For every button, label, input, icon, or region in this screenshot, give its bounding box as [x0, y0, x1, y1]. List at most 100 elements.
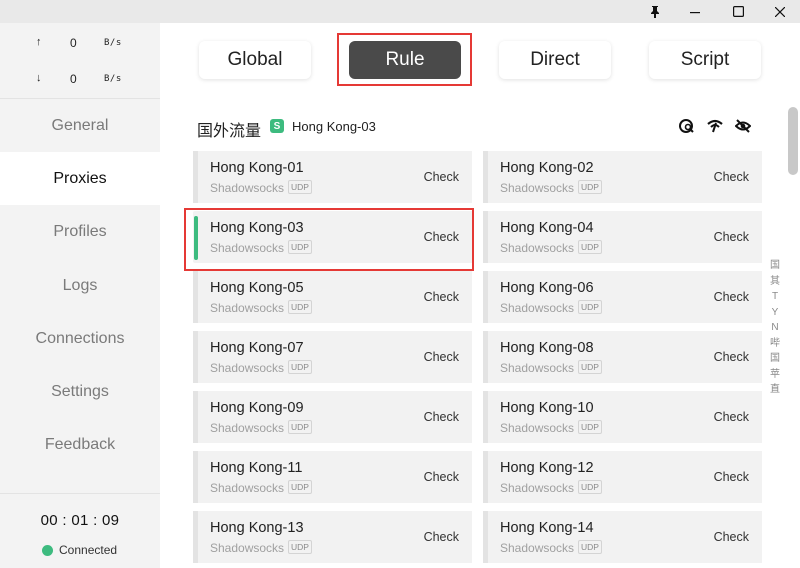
sidebar-item-proxies[interactable]: Proxies: [0, 152, 160, 205]
udp-badge: UDP: [288, 240, 312, 254]
close-icon: [775, 6, 785, 17]
proxy-card[interactable]: Hong Kong-05 Shadowsocks UDP Check: [193, 271, 472, 323]
proxy-name: Hong Kong-01: [210, 160, 304, 176]
minimize-button[interactable]: [678, 0, 712, 23]
proxy-card[interactable]: Hong Kong-09 Shadowsocks UDP Check: [193, 391, 472, 443]
udp-badge: UDP: [288, 540, 312, 554]
proxy-card-body: Hong Kong-09 Shadowsocks UDP Check: [201, 391, 472, 443]
check-latency-button[interactable]: Check: [714, 470, 749, 484]
proxy-card[interactable]: Hong Kong-08 Shadowsocks UDP Check: [483, 331, 762, 383]
proxy-type: Shadowsocks: [210, 361, 285, 375]
proxy-card[interactable]: Hong Kong-11 Shadowsocks UDP Check: [193, 451, 472, 503]
mode-rule-button[interactable]: Rule: [349, 41, 461, 79]
index-letter[interactable]: 国: [766, 351, 784, 367]
upload-speed: ↑ 0 B/s: [0, 34, 160, 54]
proxy-card[interactable]: Hong Kong-10 Shadowsocks UDP Check: [483, 391, 762, 443]
check-latency-button[interactable]: Check: [424, 170, 459, 184]
proxy-type: Shadowsocks: [210, 541, 285, 555]
card-edge: [193, 331, 198, 383]
upload-arrow-icon: ↑: [36, 36, 42, 48]
proxy-card-body: Hong Kong-05 Shadowsocks UDP Check: [201, 271, 472, 323]
udp-badge: UDP: [578, 180, 602, 194]
proxy-card[interactable]: Hong Kong-07 Shadowsocks UDP Check: [193, 331, 472, 383]
proxy-card[interactable]: Hong Kong-03 Shadowsocks UDP Check: [193, 211, 472, 263]
hide-icon[interactable]: [734, 117, 752, 135]
card-edge: [483, 271, 488, 323]
latency-test-icon[interactable]: [678, 117, 696, 135]
proxy-card[interactable]: Hong Kong-01 Shadowsocks UDP Check: [193, 151, 472, 203]
mode-direct-button[interactable]: Direct: [499, 41, 611, 79]
proxy-card-body: Hong Kong-02 Shadowsocks UDP Check: [491, 151, 762, 203]
pin-button[interactable]: [638, 0, 672, 23]
check-latency-button[interactable]: Check: [424, 290, 459, 304]
proxy-card[interactable]: Hong Kong-12 Shadowsocks UDP Check: [483, 451, 762, 503]
index-letter[interactable]: 其: [766, 274, 784, 290]
maximize-button[interactable]: [721, 0, 755, 23]
sidebar-item-connections[interactable]: Connections: [0, 312, 160, 365]
check-latency-button[interactable]: Check: [424, 410, 459, 424]
udp-badge: UDP: [578, 420, 602, 434]
proxy-card[interactable]: Hong Kong-14 Shadowsocks UDP Check: [483, 511, 762, 563]
proxy-name: Hong Kong-11: [210, 460, 303, 476]
mode-global-button[interactable]: Global: [199, 41, 311, 79]
udp-badge: UDP: [288, 360, 312, 374]
sidebar-item-general[interactable]: General: [0, 99, 160, 152]
index-letter[interactable]: Y: [766, 305, 784, 321]
mode-label: Rule: [385, 49, 425, 70]
card-edge: [483, 211, 488, 263]
proxy-card[interactable]: Hong Kong-02 Shadowsocks UDP Check: [483, 151, 762, 203]
check-latency-button[interactable]: Check: [424, 230, 459, 244]
proxy-card-body: Hong Kong-07 Shadowsocks UDP Check: [201, 331, 472, 383]
check-latency-button[interactable]: Check: [714, 530, 749, 544]
proxy-card-body: Hong Kong-08 Shadowsocks UDP Check: [491, 331, 762, 383]
proxy-mode-bar: Global Rule Direct Script: [160, 23, 800, 98]
sidebar-item-logs[interactable]: Logs: [0, 259, 160, 312]
proxy-card-body: Hong Kong-03 Shadowsocks UDP Check: [201, 211, 472, 263]
check-latency-button[interactable]: Check: [714, 410, 749, 424]
udp-badge: UDP: [578, 300, 602, 314]
sidebar-item-profiles[interactable]: Profiles: [0, 205, 160, 258]
maximize-icon: [732, 6, 744, 17]
status-dot-icon: [42, 544, 53, 556]
proxy-type: Shadowsocks: [500, 301, 575, 315]
index-letter[interactable]: 国: [766, 258, 784, 274]
check-latency-button[interactable]: Check: [424, 350, 459, 364]
check-latency-button[interactable]: Check: [714, 230, 749, 244]
proxy-type: Shadowsocks: [210, 421, 285, 435]
card-edge: [483, 151, 488, 203]
close-button[interactable]: [763, 0, 797, 23]
index-letter[interactable]: 直: [766, 382, 784, 398]
proxy-name: Hong Kong-07: [210, 340, 304, 356]
check-latency-button[interactable]: Check: [714, 290, 749, 304]
sidebar-item-settings[interactable]: Settings: [0, 365, 160, 418]
mode-script-button[interactable]: Script: [649, 41, 761, 79]
udp-badge: UDP: [288, 300, 312, 314]
index-letter[interactable]: 哔: [766, 336, 784, 352]
minimize-icon: [690, 11, 700, 13]
card-edge: [483, 511, 488, 563]
index-letter[interactable]: N: [766, 320, 784, 336]
index-letter[interactable]: T: [766, 289, 784, 305]
proxy-card[interactable]: Hong Kong-04 Shadowsocks UDP Check: [483, 211, 762, 263]
index-letter[interactable]: 苹: [766, 367, 784, 383]
sidebar-item-label: Connections: [35, 329, 125, 347]
check-latency-button[interactable]: Check: [424, 530, 459, 544]
scrollbar[interactable]: [788, 107, 798, 175]
check-latency-button[interactable]: Check: [714, 170, 749, 184]
proxy-type: Shadowsocks: [210, 481, 285, 495]
proxy-type: Shadowsocks: [500, 241, 575, 255]
sidebar-item-label: General: [51, 116, 109, 134]
card-edge: [483, 331, 488, 383]
proxy-card[interactable]: Hong Kong-13 Shadowsocks UDP Check: [193, 511, 472, 563]
connection-status: Connected: [42, 543, 117, 557]
proxy-card-body: Hong Kong-12 Shadowsocks UDP Check: [491, 451, 762, 503]
mode-label: Script: [680, 49, 730, 70]
wifi-icon[interactable]: [706, 117, 724, 135]
proxy-name: Hong Kong-13: [210, 520, 304, 536]
check-latency-button[interactable]: Check: [714, 350, 749, 364]
card-edge: [483, 391, 488, 443]
proxy-card[interactable]: Hong Kong-06 Shadowsocks UDP Check: [483, 271, 762, 323]
sidebar-item-feedback[interactable]: Feedback: [0, 418, 160, 471]
card-edge: [193, 391, 198, 443]
check-latency-button[interactable]: Check: [424, 470, 459, 484]
